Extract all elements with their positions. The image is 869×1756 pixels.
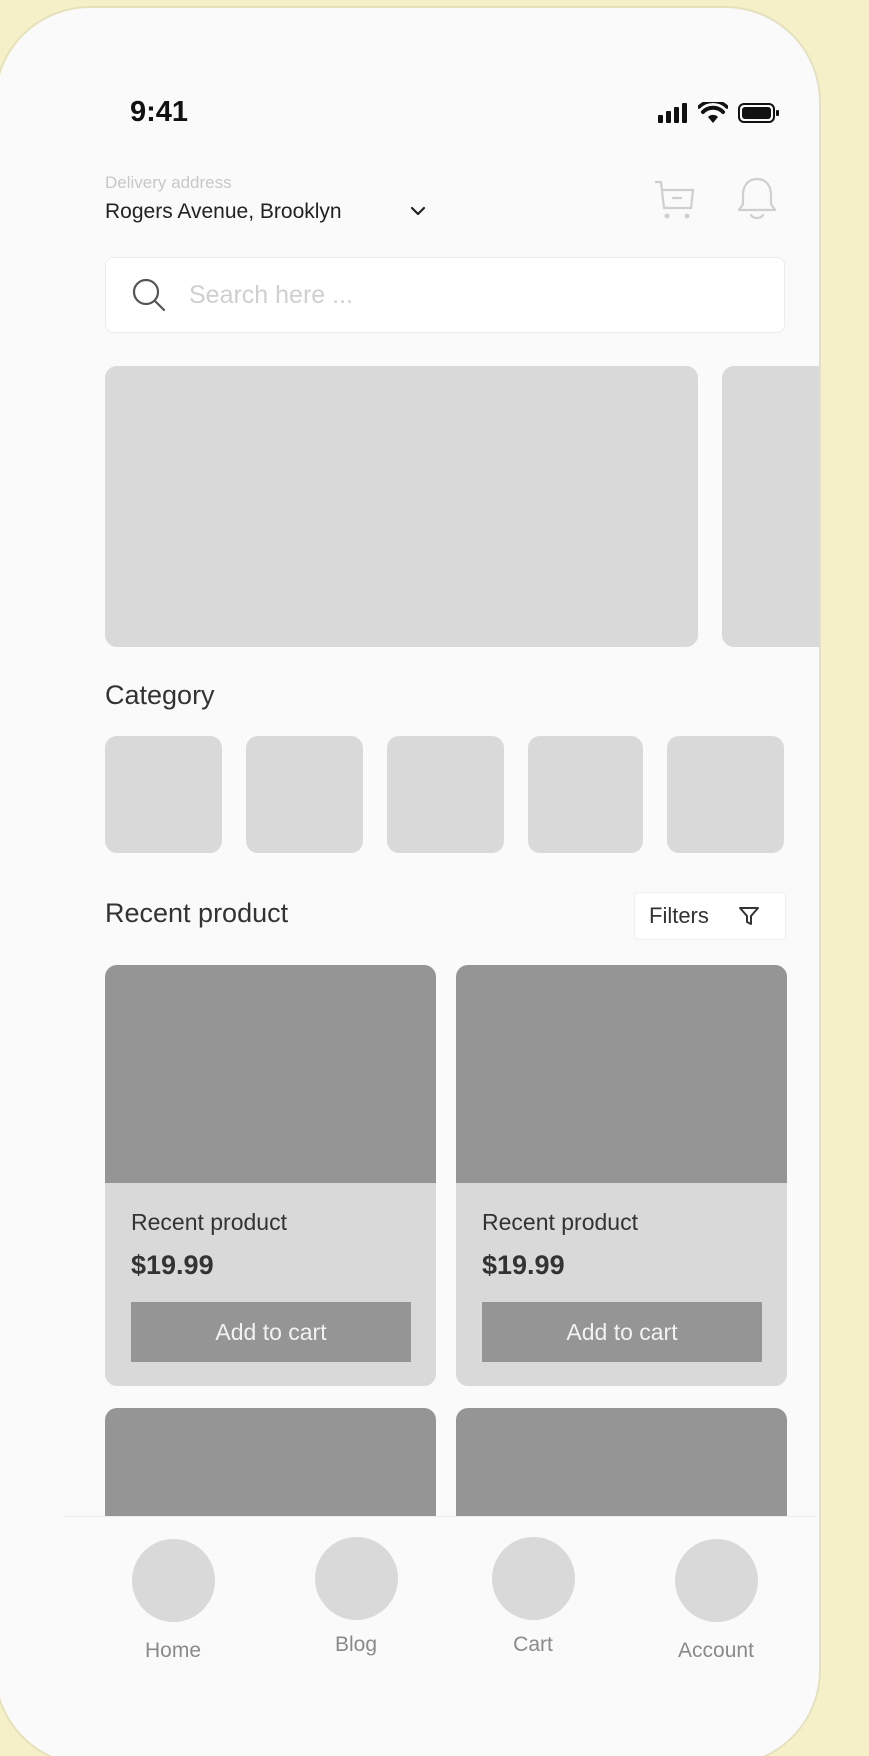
delivery-label: Delivery address <box>105 173 232 192</box>
product-price: $19.99 <box>131 1250 214 1280</box>
banner-card[interactable] <box>105 366 698 647</box>
product-name: Recent product <box>131 1209 287 1235</box>
bell-icon[interactable] <box>735 176 779 222</box>
chevron-down-icon[interactable] <box>409 204 427 218</box>
category-item[interactable] <box>528 736 643 853</box>
nav-item-account[interactable]: Account <box>656 1539 776 1663</box>
add-to-cart-button[interactable]: Add to cart <box>131 1302 411 1362</box>
category-title: Category <box>105 680 215 710</box>
search-icon <box>131 277 167 313</box>
phone-frame: 9:41 Delivery address Rogers Avenue, Bro… <box>0 6 821 1756</box>
delivery-address[interactable]: Rogers Avenue, Brooklyn <box>105 200 342 224</box>
category-item[interactable] <box>667 736 784 853</box>
account-icon <box>674 1539 758 1622</box>
cart-icon[interactable] <box>653 178 697 222</box>
signal-icon <box>658 103 687 123</box>
product-price: $19.99 <box>482 1250 565 1280</box>
filters-button[interactable]: Filters <box>634 892 786 940</box>
search-bar[interactable] <box>105 257 785 333</box>
wifi-icon <box>698 102 728 123</box>
category-list <box>105 736 784 853</box>
bottom-navigation: Home Blog Cart Account <box>64 1516 816 1756</box>
home-icon <box>131 1539 215 1622</box>
banner-card-next[interactable] <box>722 366 819 647</box>
add-to-cart-button[interactable]: Add to cart <box>482 1302 762 1362</box>
status-time: 9:41 <box>130 96 189 128</box>
filters-label: Filters <box>649 903 709 928</box>
recent-product-title: Recent product <box>105 898 289 928</box>
status-icons <box>658 102 780 124</box>
nav-label: Account <box>678 1639 754 1662</box>
nav-item-blog[interactable]: Blog <box>296 1537 416 1657</box>
product-image <box>456 965 787 1183</box>
category-item[interactable] <box>387 736 504 853</box>
category-item[interactable] <box>105 736 222 853</box>
screen: 9:41 Delivery address Rogers Avenue, Bro… <box>64 8 819 1756</box>
nav-label: Cart <box>513 1633 553 1656</box>
nav-label: Home <box>144 1639 202 1662</box>
product-image <box>105 965 436 1183</box>
product-card[interactable]: Recent product $19.99 Add to cart <box>456 965 787 1386</box>
blog-icon <box>314 1537 398 1620</box>
product-card[interactable]: Recent product $19.99 Add to cart <box>105 965 436 1386</box>
search-input[interactable] <box>189 280 729 310</box>
nav-label: Blog <box>334 1633 378 1656</box>
nav-item-home[interactable]: Home <box>113 1539 233 1663</box>
battery-icon <box>738 103 779 123</box>
filter-icon <box>738 907 759 925</box>
category-item[interactable] <box>246 736 363 853</box>
nav-item-cart[interactable]: Cart <box>473 1537 593 1657</box>
product-name: Recent product <box>482 1209 638 1235</box>
cart-nav-icon <box>491 1537 575 1620</box>
